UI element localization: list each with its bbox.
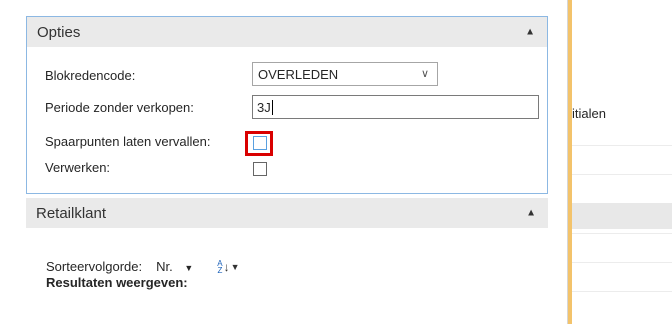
block-code-value: OVERLEDEN [258,66,339,82]
sort-direction-button[interactable]: AZ ↓ ▼ [217,258,240,275]
highlight-rectangle [245,131,273,156]
chevron-down-icon[interactable]: ∨ [421,67,429,80]
background-row-divider [572,145,672,146]
fasttab-options-header[interactable]: Opties ▲ [27,17,547,47]
background-row-divider [572,291,672,292]
sort-down-arrow-icon: ↓ [223,259,230,274]
period-label: Periode zonder verkopen: [45,100,194,115]
process-checkbox[interactable] [253,162,267,176]
sort-az-icon: AZ [217,258,223,275]
results-label: Resultaten weergeven: [46,275,188,290]
fasttab-options-title: Opties [37,23,81,41]
block-code-label: Blokredencode: [45,68,136,83]
fasttab-retail-header[interactable]: Retailklant ▲ [26,198,548,228]
fasttab-options: Opties ▲ Blokredencode: OVERLEDEN ∨ Peri… [26,16,548,194]
expire-points-label: Spaarpunten laten vervallen: [45,134,211,149]
process-label: Verwerken: [45,160,111,175]
period-input[interactable]: 3J [252,95,539,119]
request-page-dialog: Opties ▲ Blokredencode: OVERLEDEN ∨ Peri… [0,0,568,324]
period-value: 3J [257,99,271,115]
collapse-caret-icon[interactable]: ▲ [525,27,535,38]
background-page: itialen [571,0,672,324]
text-cursor [271,99,273,115]
dropdown-arrow-icon: ▼ [184,263,194,273]
collapse-caret-icon[interactable]: ▲ [526,208,536,219]
column-header-fragment: itialen [572,106,606,121]
background-selected-row [572,203,672,229]
fasttab-retail-title: Retailklant [36,204,107,222]
block-code-select[interactable]: OVERLEDEN ∨ [252,62,438,86]
sort-order-row: Sorteervolgorde: Nr. ▼ AZ ↓ ▼ [46,259,240,274]
sort-field-dropdown[interactable]: Nr. ▼ [156,259,193,274]
fasttab-retail-customer: Retailklant ▲ Sorteervolgorde: Nr. ▼ AZ … [26,198,548,324]
sort-order-label: Sorteervolgorde: [46,259,143,274]
background-row-divider [572,262,672,263]
background-row-divider [572,233,672,234]
sort-field-value: Nr. [156,259,173,274]
dropdown-arrow-icon: ▼ [230,261,240,272]
background-row-divider [572,174,672,175]
